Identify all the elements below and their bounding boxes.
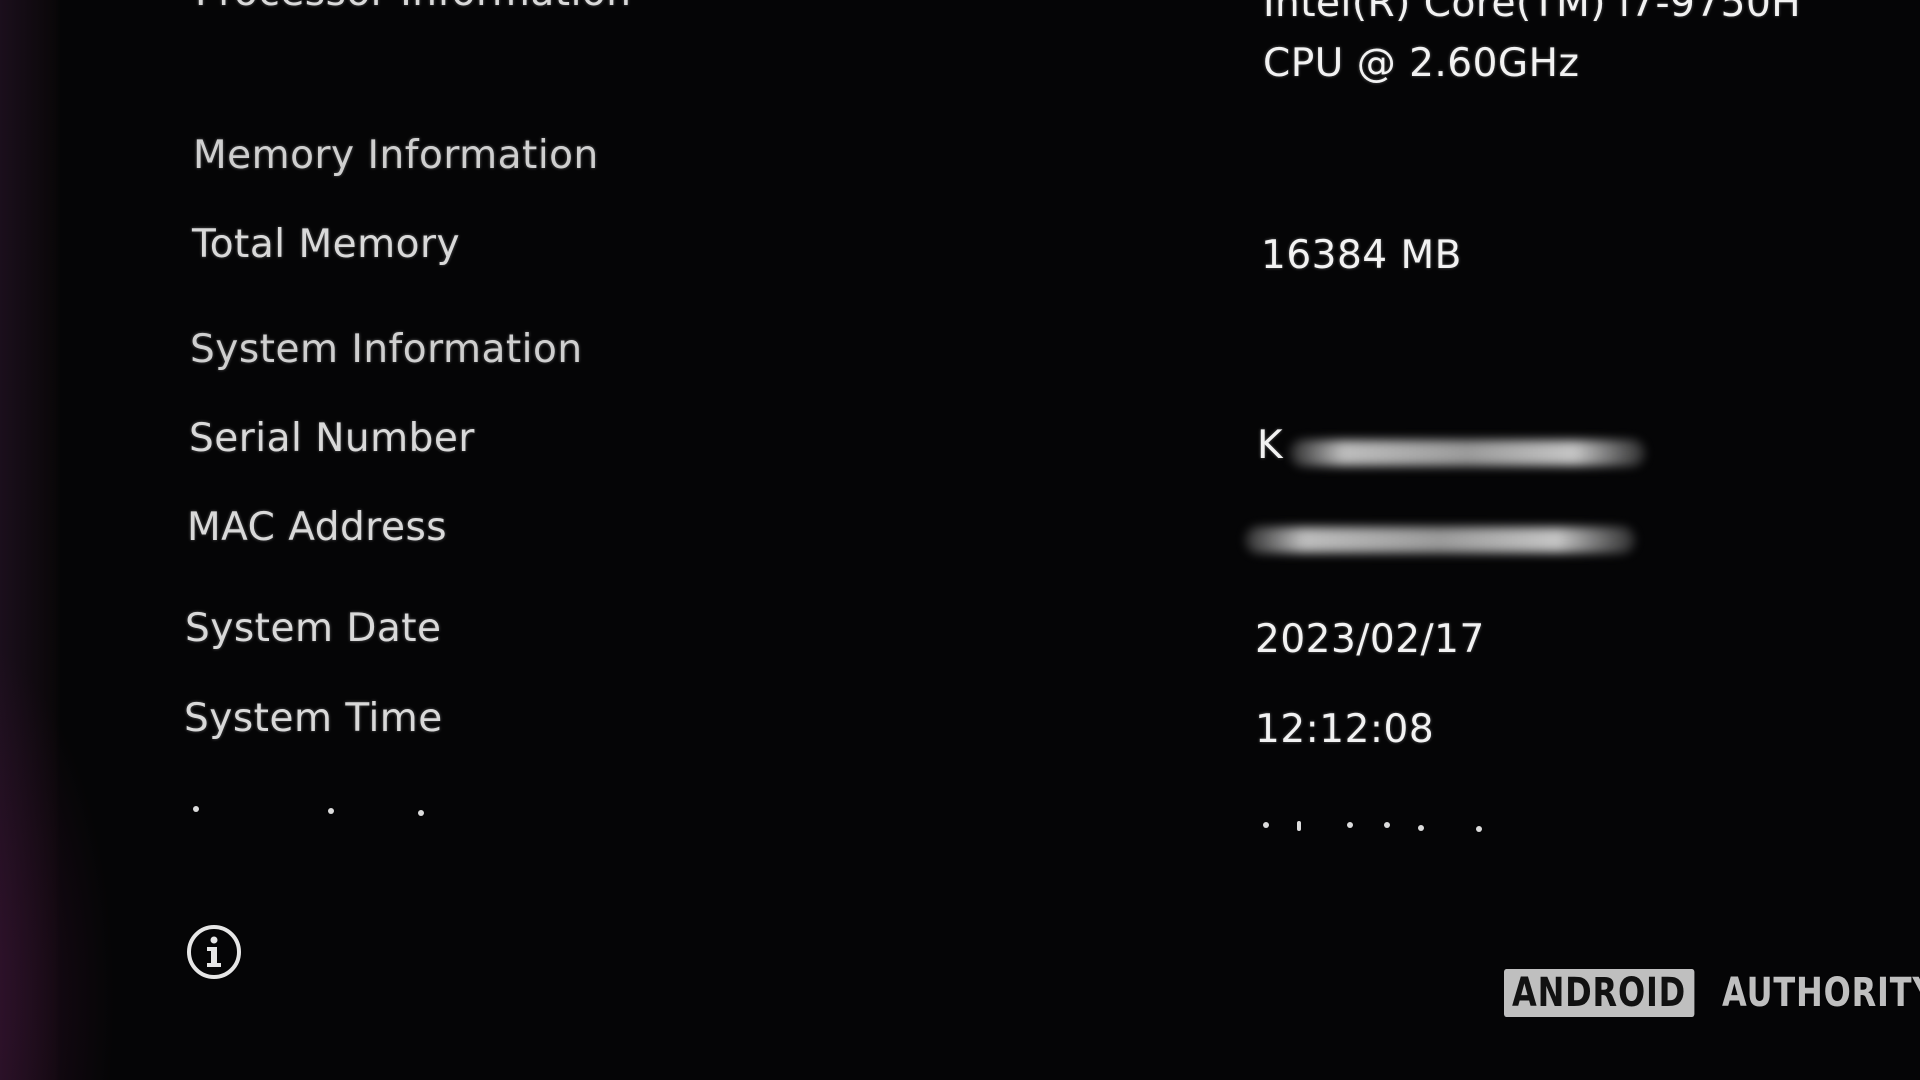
system-date-value: 2023/02/17 — [1255, 617, 1485, 662]
system-time-value: 12:12:08 — [1255, 707, 1435, 752]
serial-number-value: K — [1257, 423, 1284, 468]
system-date-label: System Date — [185, 606, 442, 651]
mac-address-redaction — [1245, 527, 1635, 553]
total-memory-value: 16384 MB — [1261, 233, 1462, 278]
watermark-authority: AUTHORITY — [1721, 970, 1920, 1016]
mac-address-label: MAC Address — [187, 505, 448, 550]
serial-number-label: Serial Number — [189, 416, 475, 461]
memory-info-heading: Memory Information — [193, 133, 599, 178]
system-info-heading: System Information — [190, 327, 583, 372]
serial-number-redaction — [1290, 440, 1645, 466]
android-authority-watermark: ANDROID AUTHORITY — [1504, 969, 1920, 1017]
processor-info-label: Processor Information — [195, 0, 632, 15]
total-memory-label: Total Memory — [192, 222, 461, 267]
processor-value-line2: CPU @ 2.60GHz — [1263, 41, 1580, 86]
processor-info-value: Intel(R) Core(TM) i7-9750H CPU @ 2.60GHz — [1263, 0, 1801, 94]
watermark-android: ANDROID — [1504, 969, 1695, 1017]
info-icon[interactable] — [186, 924, 242, 980]
bios-info-screen: Processor Information Intel(R) Core(TM) … — [0, 0, 1920, 1080]
system-time-label: System Time — [184, 696, 443, 741]
processor-value-line1: Intel(R) Core(TM) i7-9750H — [1263, 0, 1802, 26]
